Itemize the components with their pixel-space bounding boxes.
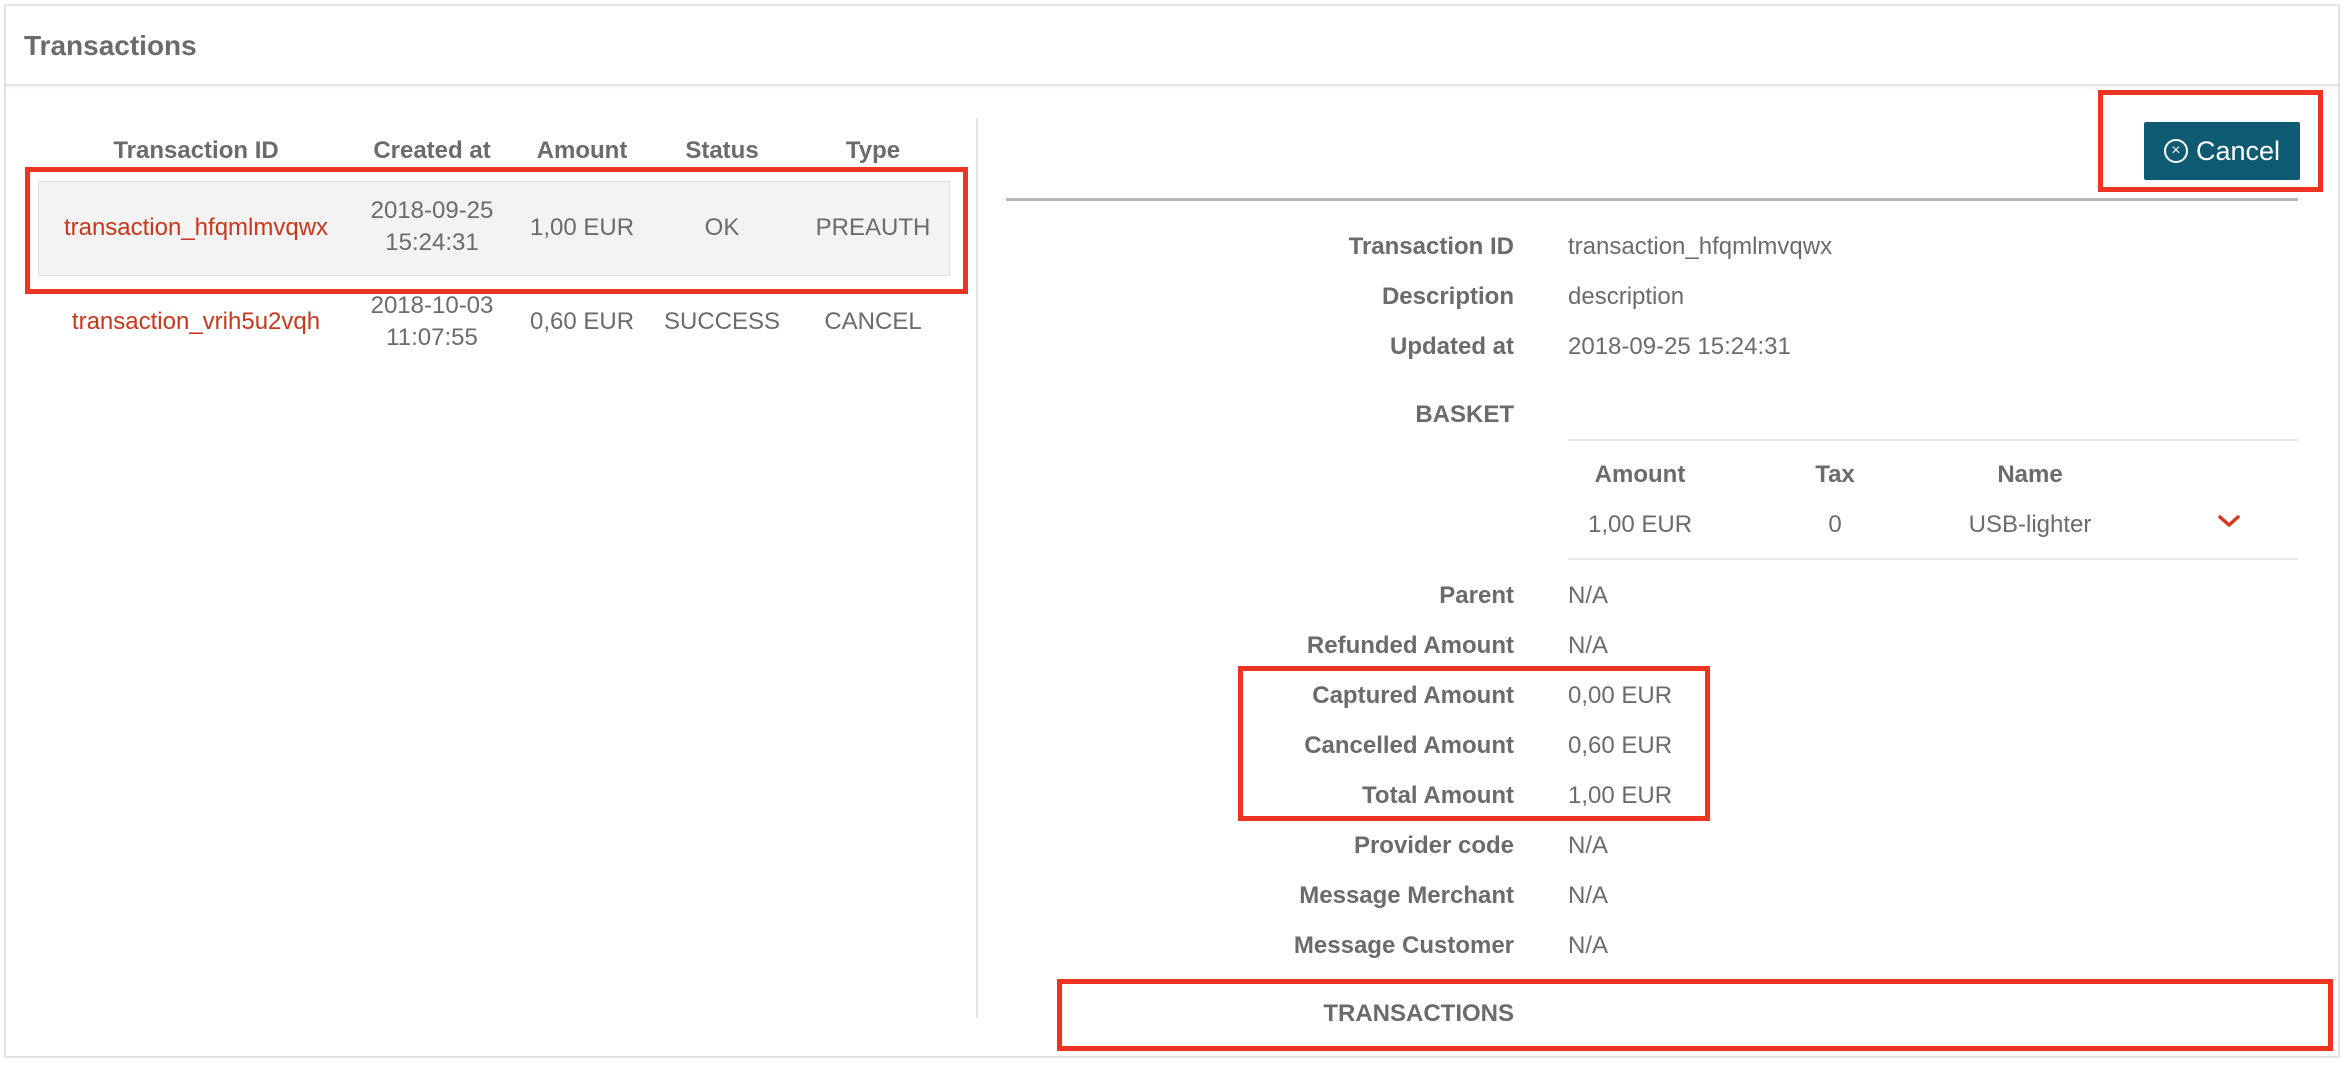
detail-value-provider-code: N/A: [1568, 832, 1609, 859]
detail-value-message-merchant: N/A: [1568, 882, 1609, 909]
detail-label-message-customer: Message Customer: [1293, 932, 1514, 959]
detail-label-provider-code: Provider code: [1353, 832, 1514, 859]
row-created-date: 2018-09-25: [370, 197, 494, 224]
detail-label-transaction-id: Transaction ID: [1348, 233, 1514, 260]
column-header-transaction-id: Transaction ID: [113, 137, 279, 164]
detail-value-refunded-amount: N/A: [1568, 632, 1609, 659]
detail-label-message-merchant: Message Merchant: [1299, 882, 1514, 909]
basket-item-name: USB-lighter: [1968, 511, 2092, 538]
detail-label-cancelled-amount: Cancelled Amount: [1304, 732, 1514, 759]
basket-item-tax: 0: [1828, 511, 1842, 538]
chevron-down-icon[interactable]: [2216, 512, 2242, 530]
detail-divider: [1006, 198, 2298, 201]
detail-label-refunded-amount: Refunded Amount: [1306, 632, 1514, 659]
row-created-time: 15:24:31: [385, 229, 479, 256]
detail-label-description: Description: [1381, 283, 1514, 310]
column-header-status: Status: [685, 137, 759, 164]
basket-item-amount: 1,00 EUR: [1587, 511, 1693, 538]
detail-label-parent: Parent: [1439, 582, 1514, 609]
basket-bottom-divider: [1568, 558, 2298, 560]
row-transaction-id[interactable]: transaction_vrih5u2vqh: [48, 306, 344, 338]
row-created-time: 11:07:55: [386, 324, 478, 351]
column-header-amount: Amount: [536, 137, 628, 164]
cancel-button[interactable]: × Cancel: [2144, 122, 2300, 180]
detail-label-captured-amount: Captured Amount: [1312, 682, 1514, 709]
basket-column-tax: Tax: [1815, 461, 1855, 488]
row-status: OK: [704, 214, 740, 241]
column-header-type: Type: [845, 137, 901, 164]
detail-value-transaction-id: transaction_hfqmlmvqwx: [1568, 233, 1833, 260]
row-status: SUCCESS: [664, 308, 781, 335]
row-transaction-id[interactable]: transaction_hfqmlmvqwx: [48, 212, 344, 244]
row-amount: 0,60 EUR: [529, 308, 635, 335]
circle-x-icon: ×: [2163, 139, 2188, 163]
panel-divider: [976, 118, 978, 1018]
basket-top-divider: [1568, 439, 2298, 441]
basket-column-name: Name: [1997, 461, 2063, 488]
cancel-button-label: Cancel: [2195, 135, 2281, 166]
detail-label-total-amount: Total Amount: [1362, 782, 1514, 809]
detail-value-updated-at: 2018-09-25 15:24:31: [1568, 333, 1791, 360]
row-created-date: 2018-10-03: [370, 292, 494, 319]
detail-value-captured-amount: 0,00 EUR: [1568, 682, 1673, 709]
detail-value-parent: N/A: [1568, 582, 1609, 609]
page-title: Transactions: [24, 30, 197, 61]
transactions-section-label: TRANSACTIONS: [1323, 1000, 1514, 1027]
row-type: CANCEL: [824, 308, 922, 335]
detail-label-updated-at: Updated at: [1389, 333, 1514, 360]
detail-value-message-customer: N/A: [1568, 932, 1609, 959]
basket-column-amount: Amount: [1594, 461, 1686, 488]
detail-value-total-amount: 1,00 EUR: [1568, 782, 1673, 809]
basket-label: BASKET: [1415, 401, 1514, 428]
row-type: PREAUTH: [815, 214, 931, 241]
row-amount: 1,00 EUR: [529, 214, 635, 241]
column-header-created-at: Created at: [373, 137, 491, 164]
detail-value-cancelled-amount: 0,60 EUR: [1568, 732, 1673, 759]
detail-value-description: description: [1568, 283, 1685, 310]
panel-header: Transactions: [6, 6, 2338, 86]
